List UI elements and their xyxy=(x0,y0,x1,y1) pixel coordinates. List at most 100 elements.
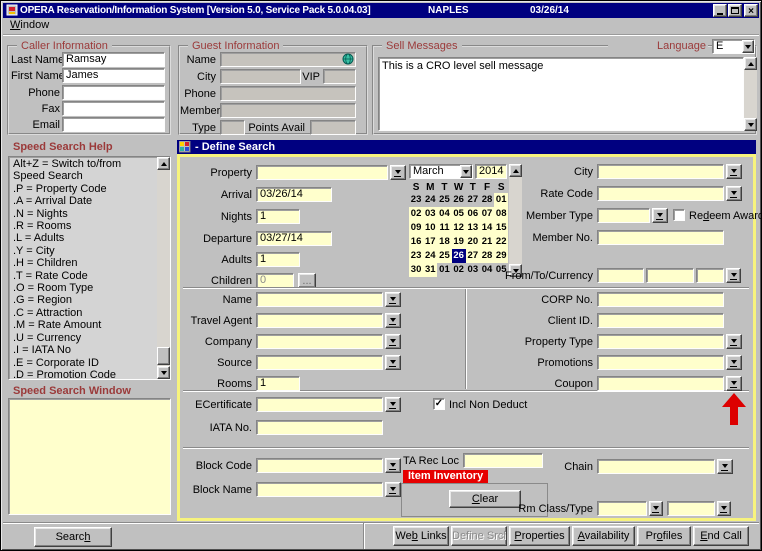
chevron-down-icon[interactable] xyxy=(460,165,472,178)
calendar-day[interactable]: 05 xyxy=(452,207,466,221)
rm-type-field[interactable] xyxy=(667,501,715,516)
client-id-field[interactable] xyxy=(597,313,724,328)
ecertificate-label: ECertificate xyxy=(131,399,252,411)
company-lov-button[interactable] xyxy=(385,334,401,349)
calendar-day[interactable]: 03 xyxy=(423,207,437,221)
arrival-label: Arrival xyxy=(131,189,252,201)
property-type-lov-button[interactable] xyxy=(726,334,742,349)
source-lov-button[interactable] xyxy=(385,355,401,370)
ecertificate-field[interactable] xyxy=(256,397,383,412)
calendar-day[interactable]: 18 xyxy=(437,235,451,249)
footer-button-end-call[interactable]: End Call xyxy=(693,526,749,546)
city-lov-button[interactable] xyxy=(726,164,742,179)
travel-agent-lov-button[interactable] xyxy=(385,313,401,328)
nights-label: Nights xyxy=(131,211,252,223)
calendar-day[interactable]: 10 xyxy=(423,221,437,235)
company-label: Company xyxy=(131,336,252,348)
rm-class-lov-button[interactable] xyxy=(649,501,663,516)
chain-lov-button[interactable] xyxy=(717,459,733,474)
currency-lov-button[interactable] xyxy=(726,268,741,283)
property-type-field[interactable] xyxy=(597,334,724,349)
calendar-day[interactable]: 04 xyxy=(437,207,451,221)
define-search-body: Property Arrival 03/26/14 Nights 1 Depar… xyxy=(1,1,762,551)
coupon-field[interactable] xyxy=(597,376,724,391)
calendar-day[interactable]: 24 xyxy=(423,249,437,263)
children-ellipsis-button[interactable]: ... xyxy=(298,273,316,288)
incl-non-deduct-checkbox[interactable] xyxy=(433,398,445,410)
property-field[interactable] xyxy=(256,165,388,180)
calendar-day[interactable]: 25 xyxy=(437,249,451,263)
calendar-day[interactable]: 29 xyxy=(494,249,508,263)
from-field[interactable] xyxy=(597,268,644,283)
adults-field[interactable]: 1 xyxy=(256,252,300,267)
member-type-field[interactable] xyxy=(597,208,650,223)
children-field[interactable]: 0 xyxy=(256,273,294,288)
calendar-day[interactable]: 31 xyxy=(423,263,437,277)
travel-agent-field[interactable] xyxy=(256,313,383,328)
promotions-field[interactable] xyxy=(597,355,724,370)
arrival-field[interactable]: 03/26/14 xyxy=(256,187,332,202)
calendar-day[interactable]: 24 xyxy=(423,193,437,207)
calendar-day[interactable]: 30 xyxy=(409,263,423,277)
rate-code-label: Rate Code xyxy=(473,188,593,200)
iata-no-field[interactable] xyxy=(256,420,383,435)
footer-button-availability[interactable]: Availability xyxy=(572,526,635,546)
source-field[interactable] xyxy=(256,355,383,370)
calendar-day[interactable]: 02 xyxy=(409,207,423,221)
calendar-day-selected[interactable]: 26 xyxy=(452,249,466,263)
property-label: Property xyxy=(131,167,252,179)
nights-field[interactable]: 1 xyxy=(256,209,300,224)
calendar-day[interactable]: 17 xyxy=(423,235,437,249)
block-code-field[interactable] xyxy=(256,458,383,473)
rm-class-field[interactable] xyxy=(597,501,647,516)
promotions-label: Promotions xyxy=(473,357,593,369)
name-lov-button[interactable] xyxy=(385,292,401,307)
ta-rec-loc-label: TA Rec Loc xyxy=(381,455,459,467)
calendar-day[interactable]: 19 xyxy=(452,235,466,249)
rate-code-field[interactable] xyxy=(597,186,724,201)
promotions-lov-button[interactable] xyxy=(726,355,742,370)
calendar-day[interactable]: 27 xyxy=(466,249,480,263)
name-label: Name xyxy=(131,294,252,306)
block-name-field[interactable] xyxy=(256,482,383,497)
coupon-lov-button[interactable] xyxy=(726,376,742,391)
search-button[interactable]: Search xyxy=(34,527,112,547)
calendar-day[interactable]: 25 xyxy=(437,193,451,207)
calendar-day[interactable]: 09 xyxy=(409,221,423,235)
rm-type-lov-button[interactable] xyxy=(717,501,731,516)
calendar-day[interactable]: 23 xyxy=(409,249,423,263)
departure-field[interactable]: 03/27/14 xyxy=(256,231,332,246)
calendar-day[interactable]: 12 xyxy=(452,221,466,235)
calendar-day[interactable]: 16 xyxy=(409,235,423,249)
corp-no-label: CORP No. xyxy=(473,294,593,306)
rate-code-lov-button[interactable] xyxy=(726,186,742,201)
calendar-day-header: M xyxy=(423,182,437,193)
calendar-day[interactable]: 28 xyxy=(480,249,494,263)
currency-field[interactable] xyxy=(696,268,724,283)
member-type-lov-button[interactable] xyxy=(652,208,668,223)
footer-button-web-links[interactable]: Web Links xyxy=(393,526,449,546)
block-name-lov-button[interactable] xyxy=(385,482,401,497)
chain-field[interactable] xyxy=(597,459,715,474)
property-lov-button[interactable] xyxy=(390,165,406,180)
member-no-field[interactable] xyxy=(597,230,724,245)
separator xyxy=(183,447,749,449)
footer-button-properties[interactable]: Properties xyxy=(509,526,570,546)
calendar-day[interactable]: 26 xyxy=(452,193,466,207)
name-field[interactable] xyxy=(256,292,383,307)
calendar-day[interactable]: 02 xyxy=(452,263,466,277)
to-field[interactable] xyxy=(646,268,694,283)
coupon-label: Coupon xyxy=(473,378,593,390)
corp-no-field[interactable] xyxy=(597,292,724,307)
calendar-day[interactable]: 23 xyxy=(409,193,423,207)
company-field[interactable] xyxy=(256,334,383,349)
calendar-month-value: March xyxy=(413,165,444,177)
footer-button-profiles[interactable]: Profiles xyxy=(637,526,691,546)
rooms-field[interactable]: 1 xyxy=(256,376,300,391)
calendar-day[interactable]: 01 xyxy=(437,263,451,277)
redeem-award-checkbox[interactable] xyxy=(673,209,685,221)
city-field[interactable] xyxy=(597,164,724,179)
ecertificate-lov-button[interactable] xyxy=(385,397,401,412)
calendar-day[interactable]: 11 xyxy=(437,221,451,235)
calendar-month-select[interactable]: March xyxy=(409,164,473,179)
